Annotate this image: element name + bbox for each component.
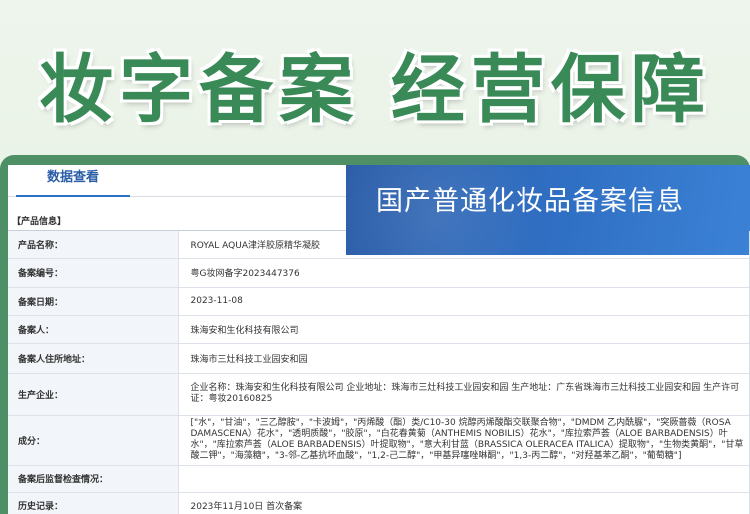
row-label: 备案人： (8, 315, 179, 344)
headline-title: 妆字备案 经营保障 (38, 46, 711, 135)
row-value: ROYAL AQUA津洋胶原精华凝胶 (178, 231, 750, 259)
row-value (178, 465, 750, 493)
banner-title: 国产普通化妆品备案信息 (376, 186, 684, 217)
table-row: 备案编号： 粤G妆网备字2023447376 (8, 258, 750, 288)
row-label: 历史记录： (8, 492, 179, 514)
row-label: 备案后监督检查情况： (8, 465, 179, 493)
table-row: 备案人： 珠海安和生化科技有限公司 (8, 315, 750, 344)
table-row: 备案人住所地址： 珠海市三灶科技工业园安和园 (8, 343, 750, 374)
table-row: 生产企业： 企业名称：珠海安和生化科技有限公司 企业地址：珠海市三灶科技工业园安… (8, 373, 750, 416)
row-value: 珠海市三灶科技工业园安和园 (178, 343, 750, 374)
row-value: 2023-11-08 (178, 287, 750, 316)
row-value: 企业名称：珠海安和生化科技有限公司 企业地址：珠海市三灶科技工业园安和园 生产地… (178, 373, 750, 416)
section-title: 【产品信息】 (8, 213, 346, 231)
row-label: 成分： (8, 415, 179, 466)
product-info-table: 产品名称： ROYAL AQUA津洋胶原精华凝胶 备案编号： 粤G妆网备字202… (8, 231, 750, 514)
table-row: 成分： ["水"，"甘油"，"三乙醇胺"，"卡波姆"，"丙烯酸（酯）类/C10-… (8, 415, 750, 466)
table-row: 备案日期： 2023-11-08 (8, 287, 750, 316)
row-value: 珠海安和生化科技有限公司 (178, 315, 750, 344)
row-label: 产品名称： (8, 231, 179, 259)
row-value: 2023年11月10日 首次备案 (178, 492, 750, 514)
filing-info-panel: 数据查看 国产普通化妆品备案信息 【产品信息】 产品名称： ROYAL AQUA… (8, 165, 750, 514)
row-label: 备案日期： (8, 287, 179, 316)
row-label: 生产企业： (8, 373, 179, 416)
row-value: ["水"，"甘油"，"三乙醇胺"，"卡波姆"，"丙烯酸（酯）类/C10-30 烷… (178, 415, 750, 466)
row-value: 粤G妆网备字2023447376 (178, 258, 750, 288)
tab-bar: 数据查看 (8, 165, 346, 197)
tab-data-view[interactable]: 数据查看 (16, 165, 130, 197)
table-row: 产品名称： ROYAL AQUA津洋胶原精华凝胶 (8, 231, 750, 259)
row-label: 备案编号： (8, 258, 179, 288)
table-row: 历史记录： 2023年11月10日 首次备案 (8, 492, 750, 514)
table-row: 备案后监督检查情况： (8, 465, 750, 493)
row-label: 备案人住所地址： (8, 343, 179, 374)
